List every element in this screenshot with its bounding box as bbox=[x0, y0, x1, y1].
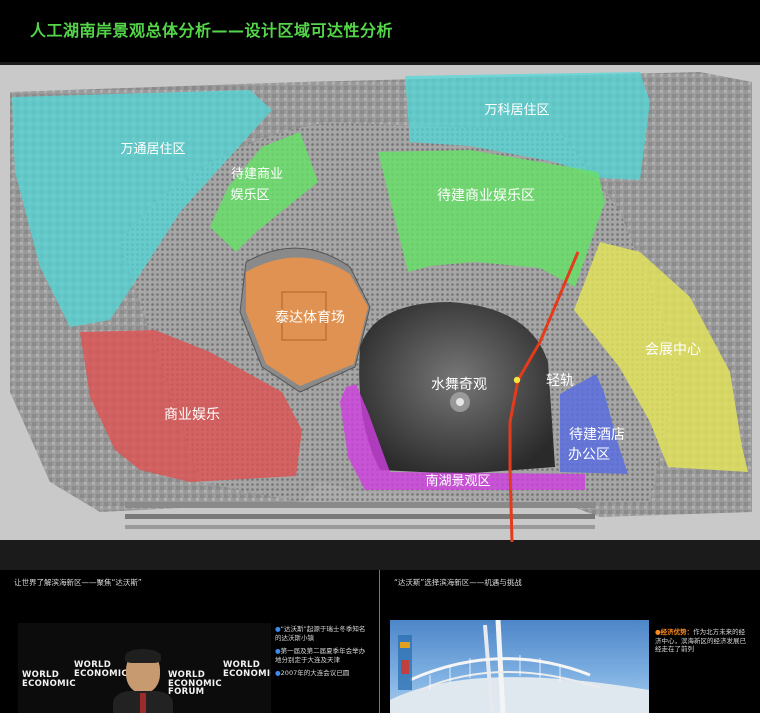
left-panel-bullets: ●“达沃斯”起源于瑞士冬季知名的达沃斯小镇 ●第一届及第二届夏季年会举办地分别定… bbox=[275, 625, 370, 683]
label-south-lake: 南湖景观区 bbox=[425, 473, 490, 489]
bridge-illustration bbox=[390, 620, 649, 713]
left-panel-heading: 让世界了解滨海新区——聚焦“达沃斯” bbox=[14, 578, 142, 587]
bridge-photo bbox=[390, 620, 649, 713]
bottom-panels: 让世界了解滨海新区——聚焦“达沃斯” WORLD ECONOMIC WORLD … bbox=[0, 570, 760, 713]
left-bullet-2: ●第一届及第二届夏季年会举办地分别定于大连及天津 bbox=[275, 647, 366, 664]
label-pending-commercial-large: 待建商业娱乐区 bbox=[437, 188, 535, 204]
site-map-panel: 万通居住区 万科居住区 待建商业 娱乐区 待建商业娱乐区 泰达体育场 水舞奇观 … bbox=[0, 62, 760, 570]
panel-divider bbox=[379, 570, 380, 713]
site-plan-map: 万通居住区 万科居住区 待建商业 娱乐区 待建商业娱乐区 泰达体育场 水舞奇观 … bbox=[0, 62, 760, 570]
right-panel-text: ●经济优势：作为北方未来的经济中心，滨海新区的经济发展已经走在了前列 bbox=[655, 628, 746, 653]
label-hotel-1: 待建酒店 bbox=[569, 427, 625, 443]
wef-logo-3: WORLD ECONOMIC FORUM bbox=[168, 670, 222, 697]
title-bar: 人工湖南岸景观总体分析——设计区域可达性分析 bbox=[0, 0, 760, 62]
label-fountain: 水舞奇观 bbox=[431, 376, 487, 393]
forum-speaker-photo: WORLD ECONOMIC WORLD ECONOMIC WORLD ECON… bbox=[18, 623, 271, 713]
label-hotel-2: 办公区 bbox=[568, 447, 610, 463]
wef-logo-4: WORLD ECONOMIC bbox=[223, 660, 271, 679]
label-light-rail: 轻轨 bbox=[546, 373, 574, 389]
page-title: 人工湖南岸景观总体分析——设计区域可达性分析 bbox=[30, 21, 394, 40]
economic-advantage-label: 经济优势： bbox=[660, 628, 694, 636]
speaker-figure bbox=[113, 649, 173, 713]
label-pending-commercial-small-2: 娱乐区 bbox=[230, 188, 269, 203]
label-convention: 会展中心 bbox=[645, 342, 701, 358]
label-wanke: 万科居住区 bbox=[484, 103, 549, 118]
left-bullet-1: ●“达沃斯”起源于瑞士冬季知名的达沃斯小镇 bbox=[275, 625, 366, 642]
left-bullet-3: ●2007年的大连会议已圆 bbox=[275, 669, 350, 677]
label-commercial: 商业娱乐 bbox=[164, 407, 220, 423]
wef-logo-1: WORLD ECONOMIC bbox=[22, 670, 76, 689]
light-rail-station-marker bbox=[513, 376, 521, 384]
label-wantong: 万通居住区 bbox=[120, 142, 185, 157]
label-pending-commercial-small-1: 待建商业 bbox=[231, 167, 283, 182]
right-panel-heading: “达沃斯”选择滨海新区——机遇与挑战 bbox=[394, 578, 522, 587]
label-stadium: 泰达体育场 bbox=[275, 310, 345, 326]
